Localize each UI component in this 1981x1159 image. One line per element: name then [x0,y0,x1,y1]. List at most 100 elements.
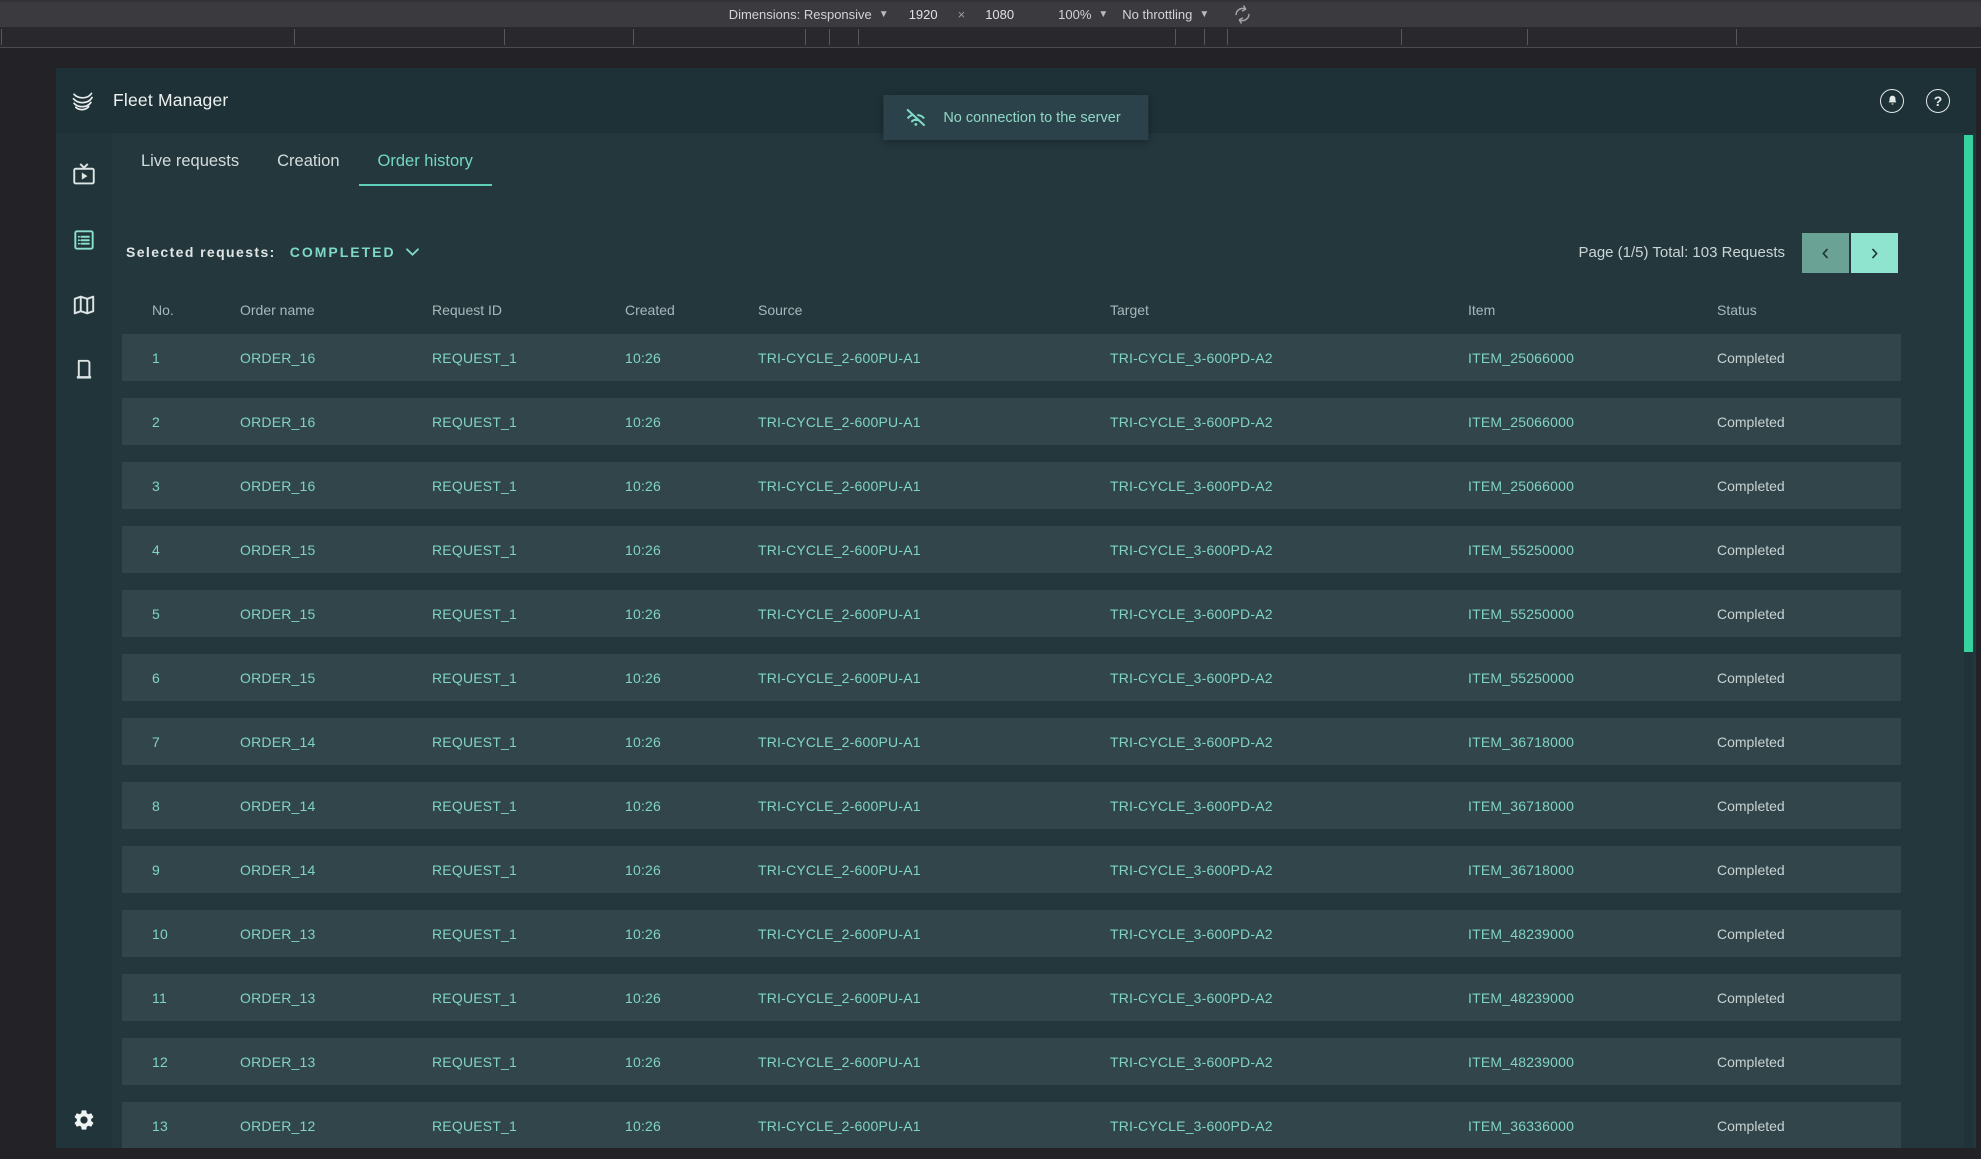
header-actions: ? [1880,89,1976,113]
cell-request-id: REQUEST_1 [432,350,625,366]
cell-item: ITEM_48239000 [1468,990,1717,1006]
book-icon [71,357,97,383]
cell-order-name: ORDER_15 [240,542,432,558]
devtools-toolbar: Dimensions: Responsive ▼ 1920 × 1080 100… [0,0,1981,27]
pagination-info: Page (1/5) Total: 103 Requests [1578,244,1785,261]
sidebar-item-docs[interactable] [64,350,104,390]
viewport-height-input[interactable]: 1080 [979,7,1020,22]
cell-request-id: REQUEST_1 [432,1118,625,1134]
tab-strip-divider [1204,29,1205,45]
next-page-button[interactable] [1851,233,1898,273]
chevron-right-icon [1867,246,1882,261]
cell-request-id: REQUEST_1 [432,606,625,622]
tab-strip-divider [1736,29,1737,45]
tab-creation[interactable]: Creation [258,152,358,186]
cell-source: TRI-CYCLE_2-600PU-A1 [758,670,1110,686]
table-row[interactable]: 3 ORDER_16 REQUEST_1 10:26 TRI-CYCLE_2-6… [122,462,1901,509]
cell-created: 10:26 [625,1118,758,1134]
column-header-item: Item [1468,302,1717,318]
column-header-no: No. [122,302,240,318]
table-row[interactable]: 6 ORDER_15 REQUEST_1 10:26 TRI-CYCLE_2-6… [122,654,1901,701]
table-row[interactable]: 1 ORDER_16 REQUEST_1 10:26 TRI-CYCLE_2-6… [122,334,1901,381]
cell-no: 7 [122,734,240,750]
sidebar-item-settings[interactable] [64,1100,104,1140]
cell-created: 10:26 [625,1054,758,1070]
cell-created: 10:26 [625,798,758,814]
table-row[interactable]: 13 ORDER_12 REQUEST_1 10:26 TRI-CYCLE_2-… [122,1102,1901,1148]
cell-item: ITEM_48239000 [1468,926,1717,942]
sidebar-item-map[interactable] [64,285,104,325]
cell-no: 2 [122,414,240,430]
cell-order-name: ORDER_16 [240,350,432,366]
cell-no: 9 [122,862,240,878]
cell-item: ITEM_36336000 [1468,1118,1717,1134]
cell-created: 10:26 [625,734,758,750]
rotate-viewport-icon[interactable] [1229,1,1256,28]
cell-created: 10:26 [625,414,758,430]
status-filter-dropdown[interactable]: COMPLETED [290,244,420,260]
cell-item: ITEM_25066000 [1468,414,1717,430]
cell-status: Completed [1717,862,1901,878]
cell-item: ITEM_48239000 [1468,1054,1717,1070]
table-row[interactable]: 4 ORDER_15 REQUEST_1 10:26 TRI-CYCLE_2-6… [122,526,1901,573]
cell-item: ITEM_36718000 [1468,798,1717,814]
devtools-zoom-value: 100% [1058,7,1091,22]
cell-created: 10:26 [625,478,758,494]
cell-source: TRI-CYCLE_2-600PU-A1 [758,926,1110,942]
table-row[interactable]: 10 ORDER_13 REQUEST_1 10:26 TRI-CYCLE_2-… [122,910,1901,957]
cell-request-id: REQUEST_1 [432,926,625,942]
scrollbar-thumb[interactable] [1964,135,1973,652]
browser-tab-strip [0,27,1981,48]
column-header-order: Order name [240,302,432,318]
cell-no: 1 [122,350,240,366]
table-row[interactable]: 5 ORDER_15 REQUEST_1 10:26 TRI-CYCLE_2-6… [122,590,1901,637]
devtools-zoom-dropdown[interactable]: 100% ▼ [1058,7,1108,22]
no-connection-toast: No connection to the server [883,95,1148,140]
previous-page-button[interactable] [1802,233,1849,273]
tab-strip-divider [1175,29,1176,45]
cell-source: TRI-CYCLE_2-600PU-A1 [758,606,1110,622]
chevron-down-icon: ▼ [1098,9,1108,20]
devtools-throttling-dropdown[interactable]: No throttling ▼ [1122,7,1209,22]
cell-status: Completed [1717,798,1901,814]
layers-swirl-logo [68,87,97,114]
viewport-width-input[interactable]: 1920 [903,7,944,22]
cell-source: TRI-CYCLE_2-600PU-A1 [758,478,1110,494]
cell-order-name: ORDER_14 [240,734,432,750]
tab-live-requests[interactable]: Live requests [122,152,258,186]
cell-target: TRI-CYCLE_3-600PD-A2 [1110,990,1468,1006]
table-row[interactable]: 2 ORDER_16 REQUEST_1 10:26 TRI-CYCLE_2-6… [122,398,1901,445]
bell-icon[interactable] [1880,89,1904,113]
status-filter-value: COMPLETED [290,244,396,260]
help-icon[interactable]: ? [1926,89,1950,113]
order-list-icon [71,227,97,253]
chevron-down-icon: ▼ [1199,9,1209,20]
sidebar-item-live-requests[interactable] [64,155,104,195]
cell-no: 5 [122,606,240,622]
tab-strip-divider [1227,29,1228,45]
tab-order-history[interactable]: Order history [359,152,492,186]
cell-request-id: REQUEST_1 [432,414,625,430]
cell-no: 12 [122,1054,240,1070]
cell-target: TRI-CYCLE_3-600PD-A2 [1110,414,1468,430]
devtools-throttling-value: No throttling [1122,7,1192,22]
sidebar-item-order-history[interactable] [64,220,104,260]
devtools-dimensions-dropdown[interactable]: Dimensions: Responsive ▼ [729,7,889,22]
cell-status: Completed [1717,542,1901,558]
chevron-left-icon [1818,246,1833,261]
column-header-status: Status [1717,302,1901,318]
table-row[interactable]: 7 ORDER_14 REQUEST_1 10:26 TRI-CYCLE_2-6… [122,718,1901,765]
tab-strip-divider [1401,29,1402,45]
table-row[interactable]: 9 ORDER_14 REQUEST_1 10:26 TRI-CYCLE_2-6… [122,846,1901,893]
cell-status: Completed [1717,414,1901,430]
cell-source: TRI-CYCLE_2-600PU-A1 [758,350,1110,366]
cell-request-id: REQUEST_1 [432,862,625,878]
table-row[interactable]: 11 ORDER_13 REQUEST_1 10:26 TRI-CYCLE_2-… [122,974,1901,1021]
table-row[interactable]: 12 ORDER_13 REQUEST_1 10:26 TRI-CYCLE_2-… [122,1038,1901,1085]
cell-order-name: ORDER_12 [240,1118,432,1134]
cell-item: ITEM_25066000 [1468,350,1717,366]
table-row[interactable]: 8 ORDER_14 REQUEST_1 10:26 TRI-CYCLE_2-6… [122,782,1901,829]
app-viewport: Fleet Manager ? No connection t [56,68,1976,1148]
cell-no: 11 [122,990,240,1006]
cell-source: TRI-CYCLE_2-600PU-A1 [758,798,1110,814]
